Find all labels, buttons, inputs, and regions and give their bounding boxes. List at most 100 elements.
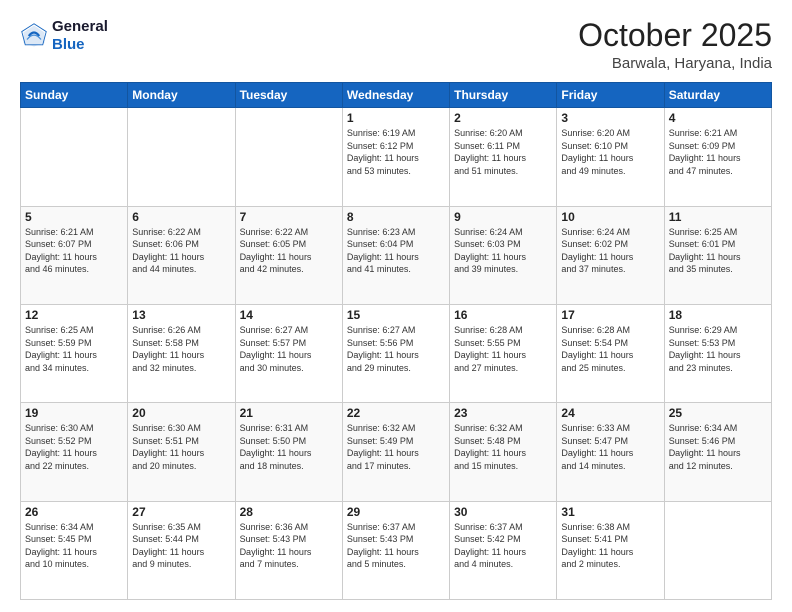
weekday-header-friday: Friday bbox=[557, 83, 664, 108]
calendar-cell: 18 Sunrise: 6:29 AM Sunset: 5:53 PM Dayli… bbox=[664, 304, 771, 402]
logo-text: General Blue bbox=[52, 18, 108, 54]
calendar-cell: 4 Sunrise: 6:21 AM Sunset: 6:09 PM Daylig… bbox=[664, 108, 771, 206]
day-info: Sunrise: 6:24 AM Sunset: 6:03 PM Dayligh… bbox=[454, 226, 552, 276]
calendar-cell: 19 Sunrise: 6:30 AM Sunset: 5:52 PM Dayli… bbox=[21, 403, 128, 501]
day-info: Sunrise: 6:21 AM Sunset: 6:07 PM Dayligh… bbox=[25, 226, 123, 276]
day-info: Sunrise: 6:29 AM Sunset: 5:53 PM Dayligh… bbox=[669, 324, 767, 374]
calendar-table: SundayMondayTuesdayWednesdayThursdayFrid… bbox=[20, 82, 772, 600]
day-number: 22 bbox=[347, 406, 445, 420]
day-info: Sunrise: 6:30 AM Sunset: 5:51 PM Dayligh… bbox=[132, 422, 230, 472]
day-number: 13 bbox=[132, 308, 230, 322]
day-number: 6 bbox=[132, 210, 230, 224]
day-info: Sunrise: 6:32 AM Sunset: 5:48 PM Dayligh… bbox=[454, 422, 552, 472]
day-number: 17 bbox=[561, 308, 659, 322]
calendar-cell: 7Sunrise: 6:22 AM Sunset: 6:05 PM Daylig… bbox=[235, 206, 342, 304]
day-number: 23 bbox=[454, 406, 552, 420]
day-info: Sunrise: 6:27 AM Sunset: 5:56 PM Dayligh… bbox=[347, 324, 445, 374]
calendar-cell: 23 Sunrise: 6:32 AM Sunset: 5:48 PM Dayli… bbox=[450, 403, 557, 501]
day-number: 12 bbox=[25, 308, 123, 322]
calendar-cell: 20 Sunrise: 6:30 AM Sunset: 5:51 PM Dayli… bbox=[128, 403, 235, 501]
day-number: 7 bbox=[240, 210, 338, 224]
day-number: 21 bbox=[240, 406, 338, 420]
day-number: 25 bbox=[669, 406, 767, 420]
calendar-cell: 8 Sunrise: 6:23 AM Sunset: 6:04 PM Daylig… bbox=[342, 206, 449, 304]
day-info: Sunrise: 6:28 AM Sunset: 5:55 PM Dayligh… bbox=[454, 324, 552, 374]
day-number: 8 bbox=[347, 210, 445, 224]
calendar-cell bbox=[128, 108, 235, 206]
weekday-header-monday: Monday bbox=[128, 83, 235, 108]
day-number: 24 bbox=[561, 406, 659, 420]
logo: General Blue bbox=[20, 18, 108, 54]
day-info: Sunrise: 6:22 AM Sunset: 6:06 PM Dayligh… bbox=[132, 226, 230, 276]
calendar-cell: 6 Sunrise: 6:22 AM Sunset: 6:06 PM Daylig… bbox=[128, 206, 235, 304]
logo-line1: General bbox=[52, 18, 108, 36]
calendar-cell: 12Sunrise: 6:25 AM Sunset: 5:59 PM Dayli… bbox=[21, 304, 128, 402]
calendar-cell: 22 Sunrise: 6:32 AM Sunset: 5:49 PM Dayli… bbox=[342, 403, 449, 501]
calendar-cell bbox=[235, 108, 342, 206]
weekday-header-thursday: Thursday bbox=[450, 83, 557, 108]
calendar-cell: 15Sunrise: 6:27 AM Sunset: 5:56 PM Dayli… bbox=[342, 304, 449, 402]
day-info: Sunrise: 6:28 AM Sunset: 5:54 PM Dayligh… bbox=[561, 324, 659, 374]
calendar-cell: 24 Sunrise: 6:33 AM Sunset: 5:47 PM Dayli… bbox=[557, 403, 664, 501]
day-number: 28 bbox=[240, 505, 338, 519]
location-title: Barwala, Haryana, India bbox=[578, 55, 772, 72]
calendar-week-4: 19 Sunrise: 6:30 AM Sunset: 5:52 PM Dayli… bbox=[21, 403, 772, 501]
calendar-cell: 30Sunrise: 6:37 AM Sunset: 5:42 PM Dayli… bbox=[450, 501, 557, 599]
day-number: 16 bbox=[454, 308, 552, 322]
calendar-week-2: 5 Sunrise: 6:21 AM Sunset: 6:07 PM Daylig… bbox=[21, 206, 772, 304]
calendar-cell: 25 Sunrise: 6:34 AM Sunset: 5:46 PM Dayli… bbox=[664, 403, 771, 501]
calendar-cell: 10Sunrise: 6:24 AM Sunset: 6:02 PM Dayli… bbox=[557, 206, 664, 304]
day-info: Sunrise: 6:23 AM Sunset: 6:04 PM Dayligh… bbox=[347, 226, 445, 276]
day-number: 5 bbox=[25, 210, 123, 224]
day-number: 11 bbox=[669, 210, 767, 224]
day-number: 2 bbox=[454, 111, 552, 125]
day-info: Sunrise: 6:26 AM Sunset: 5:58 PM Dayligh… bbox=[132, 324, 230, 374]
day-info: Sunrise: 6:32 AM Sunset: 5:49 PM Dayligh… bbox=[347, 422, 445, 472]
title-block: October 2025 Barwala, Haryana, India bbox=[578, 18, 772, 72]
calendar-cell bbox=[664, 501, 771, 599]
logo-line2: Blue bbox=[52, 36, 108, 54]
day-info: Sunrise: 6:35 AM Sunset: 5:44 PM Dayligh… bbox=[132, 521, 230, 571]
day-number: 4 bbox=[669, 111, 767, 125]
header: General Blue October 2025 Barwala, Harya… bbox=[20, 18, 772, 72]
day-info: Sunrise: 6:34 AM Sunset: 5:45 PM Dayligh… bbox=[25, 521, 123, 571]
calendar-cell: 31Sunrise: 6:38 AM Sunset: 5:41 PM Dayli… bbox=[557, 501, 664, 599]
page: General Blue October 2025 Barwala, Harya… bbox=[0, 0, 792, 612]
calendar-cell: 26 Sunrise: 6:34 AM Sunset: 5:45 PM Dayli… bbox=[21, 501, 128, 599]
day-info: Sunrise: 6:37 AM Sunset: 5:43 PM Dayligh… bbox=[347, 521, 445, 571]
day-number: 19 bbox=[25, 406, 123, 420]
day-info: Sunrise: 6:34 AM Sunset: 5:46 PM Dayligh… bbox=[669, 422, 767, 472]
day-number: 27 bbox=[132, 505, 230, 519]
day-info: Sunrise: 6:30 AM Sunset: 5:52 PM Dayligh… bbox=[25, 422, 123, 472]
calendar-cell: 28Sunrise: 6:36 AM Sunset: 5:43 PM Dayli… bbox=[235, 501, 342, 599]
day-info: Sunrise: 6:37 AM Sunset: 5:42 PM Dayligh… bbox=[454, 521, 552, 571]
calendar-cell: 17 Sunrise: 6:28 AM Sunset: 5:54 PM Dayli… bbox=[557, 304, 664, 402]
day-info: Sunrise: 6:25 AM Sunset: 6:01 PM Dayligh… bbox=[669, 226, 767, 276]
weekday-header-wednesday: Wednesday bbox=[342, 83, 449, 108]
calendar-cell: 2Sunrise: 6:20 AM Sunset: 6:11 PM Daylig… bbox=[450, 108, 557, 206]
day-info: Sunrise: 6:27 AM Sunset: 5:57 PM Dayligh… bbox=[240, 324, 338, 374]
day-info: Sunrise: 6:33 AM Sunset: 5:47 PM Dayligh… bbox=[561, 422, 659, 472]
day-info: Sunrise: 6:31 AM Sunset: 5:50 PM Dayligh… bbox=[240, 422, 338, 472]
calendar-week-3: 12Sunrise: 6:25 AM Sunset: 5:59 PM Dayli… bbox=[21, 304, 772, 402]
calendar-week-5: 26 Sunrise: 6:34 AM Sunset: 5:45 PM Dayli… bbox=[21, 501, 772, 599]
day-number: 20 bbox=[132, 406, 230, 420]
logo-icon bbox=[20, 22, 48, 50]
day-number: 9 bbox=[454, 210, 552, 224]
month-title: October 2025 bbox=[578, 18, 772, 53]
calendar-cell: 5 Sunrise: 6:21 AM Sunset: 6:07 PM Daylig… bbox=[21, 206, 128, 304]
day-number: 26 bbox=[25, 505, 123, 519]
calendar-cell: 29 Sunrise: 6:37 AM Sunset: 5:43 PM Dayli… bbox=[342, 501, 449, 599]
calendar-cell: 1 Sunrise: 6:19 AM Sunset: 6:12 PM Daylig… bbox=[342, 108, 449, 206]
day-info: Sunrise: 6:21 AM Sunset: 6:09 PM Dayligh… bbox=[669, 127, 767, 177]
calendar-cell bbox=[21, 108, 128, 206]
calendar-week-1: 1 Sunrise: 6:19 AM Sunset: 6:12 PM Daylig… bbox=[21, 108, 772, 206]
day-number: 29 bbox=[347, 505, 445, 519]
day-number: 14 bbox=[240, 308, 338, 322]
day-number: 1 bbox=[347, 111, 445, 125]
calendar-cell: 21 Sunrise: 6:31 AM Sunset: 5:50 PM Dayli… bbox=[235, 403, 342, 501]
calendar-cell: 3Sunrise: 6:20 AM Sunset: 6:10 PM Daylig… bbox=[557, 108, 664, 206]
day-info: Sunrise: 6:19 AM Sunset: 6:12 PM Dayligh… bbox=[347, 127, 445, 177]
weekday-header-row: SundayMondayTuesdayWednesdayThursdayFrid… bbox=[21, 83, 772, 108]
day-number: 18 bbox=[669, 308, 767, 322]
